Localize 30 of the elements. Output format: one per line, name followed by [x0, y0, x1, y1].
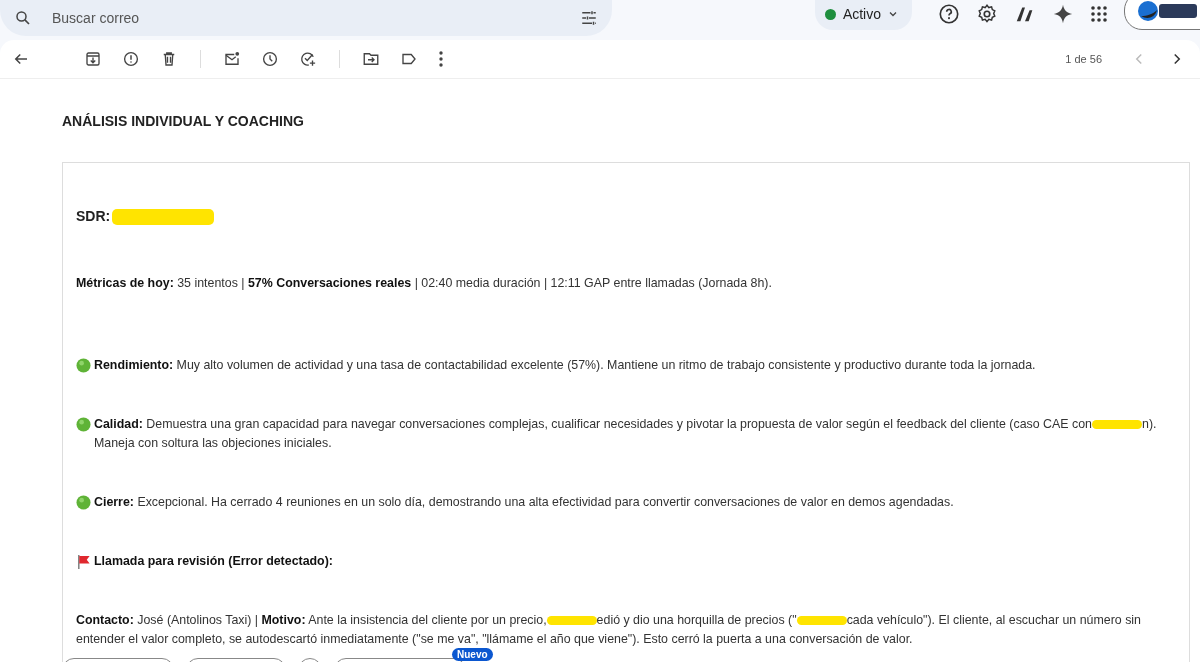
- paragraph-text: Calidad: Demuestra una gran capacidad para navegar conversaciones complejas, cualificar necesidades y pivotar la propuesta de valor según el feedback del cliente (caso CAE con n). Maneja con soltura las objeciones iniciales.: [94, 416, 1158, 452]
- move-to-folder-icon[interactable]: [362, 50, 380, 68]
- status-button[interactable]: Activo: [814, 0, 912, 30]
- status-dot-icon: [76, 417, 91, 432]
- help-icon[interactable]: [938, 3, 960, 25]
- new-badge: Nuevo: [452, 648, 493, 661]
- more-icon[interactable]: [438, 50, 444, 68]
- spam-icon[interactable]: [122, 50, 140, 68]
- status-dot-icon: [76, 495, 91, 510]
- search-field[interactable]: Buscar correo: [0, 0, 612, 36]
- email-title: ANÁLISIS INDIVIDUAL Y COACHING: [62, 113, 305, 129]
- archive-icon[interactable]: [84, 50, 102, 68]
- page-count: 1 de 56: [1065, 53, 1102, 65]
- sdr-heading: SDR:: [76, 207, 1175, 226]
- caret-icon: [888, 9, 898, 19]
- apps-icon[interactable]: [1090, 5, 1108, 23]
- add-task-icon[interactable]: [299, 50, 317, 68]
- mail-unread-icon[interactable]: [223, 50, 241, 68]
- paragraph-text: Métricas de hoy: 35 intentos | 57% Conversaciones reales | 02:40 media duración | 12:11 GAP entre llamadas (Jornada 8h).: [76, 275, 772, 292]
- settings-icon[interactable]: [976, 3, 998, 25]
- status-dot-icon: [76, 358, 91, 373]
- search-input[interactable]: Buscar correo: [50, 9, 562, 27]
- paragraph-text: Cierre: Excepcional. Ha cerrado 4 reuniones en un solo día, demostrando una alta efectividad para convertir conversaciones de valor en demos agendadas.: [94, 494, 954, 511]
- paragraph-text: Contacto: José (Antolinos Taxi) | Motivo: Ante la insistencia del cliente por un precio, edió y dio una horquilla de precios (" cada vehículo"). El cliente, al escuchar un número sin entender el valor completo, se autodescartó inmediatamente ("se me va", "llámame el año que viene"). Esto cerró la puerta a una conversación de valor.: [76, 612, 1142, 648]
- filter-icon[interactable]: [580, 9, 598, 27]
- flag-icon: [76, 554, 91, 569]
- clock-icon[interactable]: [261, 50, 279, 68]
- search-icon: [14, 9, 32, 27]
- paragraph-text: Llamada para revisión (Error detectado):: [94, 553, 333, 570]
- paragraph-text: Rendimiento: Muy alto volumen de actividad y una tasa de contactabilidad excelente (57%). Mantiene un ritmo de trabajo consistente y productivo durante toda la jornada.: [94, 357, 1036, 374]
